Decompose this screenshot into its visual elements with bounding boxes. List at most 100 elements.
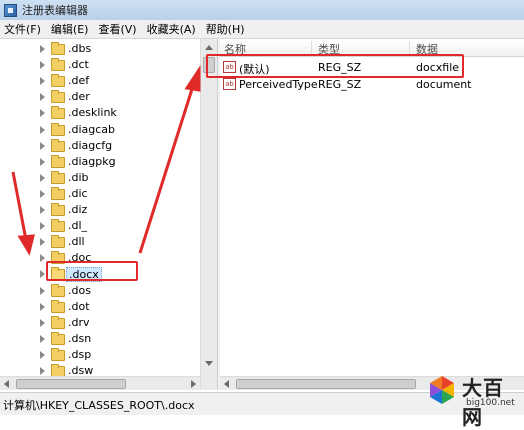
tree-item-label: .diagcfg bbox=[68, 138, 113, 152]
tree-item-dct[interactable]: .dct bbox=[0, 57, 200, 73]
tree-item-dot[interactable]: .dot bbox=[0, 299, 200, 315]
tree-item-dbs[interactable]: .dbs bbox=[0, 41, 200, 57]
menu-view[interactable]: 查看(V) bbox=[94, 21, 140, 37]
expand-arrow-icon[interactable] bbox=[40, 173, 45, 182]
menu-favorites[interactable]: 收藏夹(A) bbox=[143, 21, 200, 37]
column-divider[interactable] bbox=[409, 41, 410, 55]
tree-item-label: .def bbox=[68, 74, 90, 88]
expand-arrow-icon[interactable] bbox=[40, 222, 45, 231]
scroll-left-arrow-icon[interactable] bbox=[4, 380, 9, 388]
tree-item-def[interactable]: .def bbox=[0, 73, 200, 89]
folder-icon bbox=[51, 235, 65, 249]
tree-item-desklink[interactable]: .desklink bbox=[0, 105, 200, 121]
scroll-thumb[interactable] bbox=[236, 379, 416, 389]
highlight-box-docx-key bbox=[46, 261, 138, 281]
window-title: 注册表编辑器 bbox=[22, 4, 88, 17]
tree-vertical-scrollbar[interactable] bbox=[200, 39, 217, 390]
scroll-right-arrow-icon[interactable] bbox=[191, 380, 196, 388]
expand-arrow-icon[interactable] bbox=[40, 109, 45, 118]
expand-arrow-icon[interactable] bbox=[40, 254, 45, 263]
menu-file[interactable]: 文件(F) bbox=[0, 21, 45, 37]
tree-item-label: .dos bbox=[68, 283, 91, 297]
tree-item-label: .dct bbox=[68, 58, 89, 72]
tree-item-label: .dsp bbox=[68, 347, 92, 361]
folder-icon bbox=[51, 42, 65, 55]
tree-item-dic[interactable]: .dic bbox=[0, 186, 200, 202]
value-data: document bbox=[416, 78, 472, 91]
registry-key-tree: .dbs .dct .def .der .desklink .diagcab .diagcf… bbox=[0, 39, 200, 390]
tree-item-dib[interactable]: .dib bbox=[0, 170, 200, 186]
tree-item-label: .desklink bbox=[68, 106, 117, 120]
expand-arrow-icon[interactable] bbox=[40, 318, 45, 327]
expand-arrow-icon[interactable] bbox=[40, 157, 45, 166]
expand-arrow-icon[interactable] bbox=[40, 141, 45, 150]
tree-item-label: .diz bbox=[68, 203, 88, 216]
expand-arrow-icon[interactable] bbox=[40, 206, 45, 214]
expand-arrow-icon[interactable] bbox=[40, 125, 45, 134]
tree-item-label: .der bbox=[68, 90, 90, 104]
tree-item-diagcfg[interactable]: .diagcfg bbox=[0, 138, 200, 154]
tree-item-label: .diagcab bbox=[68, 122, 116, 136]
tree-item-diagpkg[interactable]: .diagpkg bbox=[0, 154, 200, 170]
column-divider[interactable] bbox=[311, 41, 312, 55]
tree-item-label: .dib bbox=[68, 170, 89, 184]
folder-icon bbox=[51, 58, 65, 72]
folder-icon bbox=[51, 154, 65, 168]
expand-arrow-icon[interactable] bbox=[40, 367, 45, 375]
tree-item-label: .dll bbox=[68, 235, 85, 249]
tree-item-label: .dbs bbox=[68, 42, 92, 55]
expand-arrow-icon[interactable] bbox=[40, 286, 45, 295]
tree-item-drv[interactable]: .drv bbox=[0, 315, 200, 331]
watermark-subtitle: big100.net bbox=[466, 398, 515, 408]
tree-item-label: .drv bbox=[68, 315, 90, 329]
expand-arrow-icon[interactable] bbox=[40, 334, 45, 343]
folder-icon bbox=[51, 170, 65, 184]
title-bar: 注册表编辑器 bbox=[0, 0, 524, 20]
folder-icon bbox=[51, 90, 65, 104]
expand-arrow-icon[interactable] bbox=[40, 270, 45, 279]
tree-item-dsn[interactable]: .dsn bbox=[0, 331, 200, 347]
expand-arrow-icon[interactable] bbox=[40, 302, 45, 311]
tree-item-dl[interactable]: .dl_ bbox=[0, 218, 200, 234]
folder-icon bbox=[51, 203, 65, 216]
scroll-left-arrow-icon[interactable] bbox=[224, 380, 229, 388]
value-name: PerceivedType bbox=[239, 78, 318, 91]
folder-icon bbox=[51, 315, 65, 329]
expand-arrow-icon[interactable] bbox=[40, 77, 45, 86]
tree-item-label: .dic bbox=[68, 186, 88, 200]
tree-item-der[interactable]: .der bbox=[0, 89, 200, 105]
tree-item-label: .dot bbox=[68, 299, 90, 313]
scroll-up-arrow-icon[interactable] bbox=[205, 45, 213, 50]
value-type: REG_SZ bbox=[318, 78, 362, 91]
folder-icon bbox=[51, 74, 65, 88]
menu-edit[interactable]: 编辑(E) bbox=[47, 21, 93, 37]
site-watermark: 大百网 big100.net bbox=[426, 372, 522, 429]
regedit-app-icon bbox=[4, 3, 17, 17]
expand-arrow-icon[interactable] bbox=[40, 238, 45, 247]
menu-bar: 文件(F) 编辑(E) 查看(V) 收藏夹(A) 帮助(H) bbox=[0, 20, 524, 39]
folder-icon bbox=[51, 331, 65, 345]
watermark-logo-icon bbox=[430, 376, 454, 404]
expand-arrow-icon[interactable] bbox=[40, 189, 45, 198]
string-value-icon: ab bbox=[223, 78, 236, 90]
tree-item-dos[interactable]: .dos bbox=[0, 283, 200, 299]
menu-help[interactable]: 帮助(H) bbox=[202, 21, 249, 37]
scroll-thumb[interactable] bbox=[16, 379, 126, 389]
tree-item-dsp[interactable]: .dsp bbox=[0, 347, 200, 363]
expand-arrow-icon[interactable] bbox=[40, 45, 45, 53]
expand-arrow-icon[interactable] bbox=[40, 350, 45, 359]
folder-icon bbox=[51, 347, 65, 361]
value-row-perceivedtype[interactable]: ab PerceivedType REG_SZ document bbox=[220, 76, 524, 93]
tree-item-label: .diagpkg bbox=[68, 154, 116, 168]
tree-item-diz[interactable]: .diz bbox=[0, 202, 200, 218]
tree-item-label: .dl_ bbox=[68, 219, 88, 233]
tree-item-dll[interactable]: .dll bbox=[0, 234, 200, 250]
tree-item-label: .dsn bbox=[68, 331, 92, 345]
scroll-down-arrow-icon[interactable] bbox=[205, 361, 213, 366]
expand-arrow-icon[interactable] bbox=[40, 61, 45, 70]
expand-arrow-icon[interactable] bbox=[40, 93, 45, 102]
folder-icon bbox=[51, 138, 65, 152]
folder-icon bbox=[51, 219, 65, 233]
tree-horizontal-scrollbar[interactable] bbox=[0, 376, 200, 390]
tree-item-diagcab[interactable]: .diagcab bbox=[0, 122, 200, 138]
